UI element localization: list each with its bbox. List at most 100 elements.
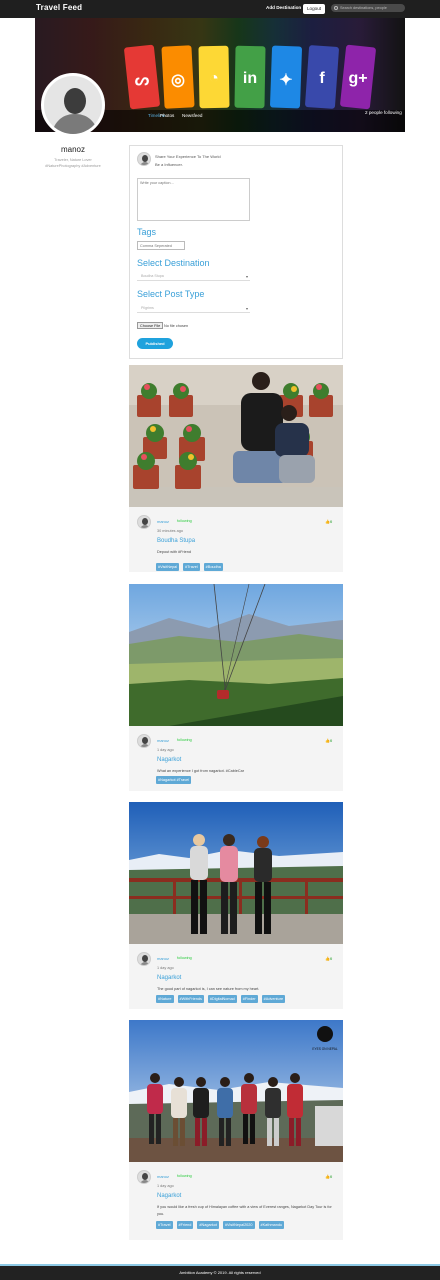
tag[interactable]: #DigitalNomad [207, 995, 237, 1003]
post-card: manoz following 1 day ago 👍0 Nagarkot Th… [129, 802, 343, 1009]
post-destination[interactable]: Nagarkot [157, 1193, 181, 1199]
tag[interactable]: #Nagarkot #Travel [156, 776, 192, 784]
tab-photos[interactable]: Photos [160, 113, 174, 118]
file-status: No file chosen [164, 324, 189, 328]
post-type-value: Pilgrims [141, 306, 154, 310]
post-author[interactable]: manoz [157, 1174, 169, 1179]
post-destination[interactable]: Nagarkot [157, 757, 181, 763]
tag[interactable]: #Adventure [261, 995, 286, 1003]
profile-bio-line2: #NaturePhotography #Adventure [45, 164, 101, 168]
profile-name: manoz [60, 145, 85, 154]
search-box [331, 4, 405, 12]
footer: Ambition Academy © 2019. All rights rese… [0, 1264, 440, 1280]
tag[interactable]: #Friend [176, 1221, 194, 1229]
search-input[interactable] [339, 6, 405, 10]
post-photo[interactable] [129, 365, 343, 507]
share-prompt-line2: Be a Influencer. [155, 162, 183, 167]
stumbleupon-icon: ᔕ [134, 72, 150, 89]
like-button[interactable]: 👍0 [325, 1174, 332, 1179]
post-time: 1 day ago [157, 748, 174, 752]
tag[interactable]: #Nature [156, 995, 174, 1003]
follow-status[interactable]: following [177, 1174, 192, 1178]
post-time: 1 day ago [157, 1184, 174, 1188]
like-count: 0 [329, 1174, 333, 1179]
post-type-title: Select Post Type [137, 289, 205, 299]
share-prompt: Share Your Experience To The World Be a … [155, 153, 221, 169]
like-button[interactable]: 👍0 [325, 738, 332, 743]
google-plus-icon: g+ [348, 70, 368, 87]
follow-status[interactable]: following [177, 519, 192, 523]
post-photo[interactable] [129, 802, 343, 944]
post-description: What an experience I got from nagarkot. … [157, 769, 244, 773]
tag[interactable]: #VisitNepal2020 [222, 1221, 255, 1229]
tag[interactable]: #Travel [183, 563, 200, 571]
publish-button[interactable]: Published [137, 338, 173, 349]
profile-bio: Traveler, Nature Lover #NaturePhotograph… [35, 157, 111, 169]
share-prompt-line1: Share Your Experience To The World [155, 154, 221, 159]
post-description: Depout with #Friend [157, 550, 191, 554]
post-tags: #Travel #Friend #Nagarkot #VisitNepal202… [156, 1221, 285, 1229]
caption-textarea[interactable] [137, 178, 250, 221]
tag[interactable]: #Finder [240, 995, 258, 1003]
post-type-select[interactable]: Pilgrims ▾ [137, 304, 250, 313]
follow-status[interactable]: following [177, 956, 192, 960]
post-photo[interactable]: EYES ON NEPAL [129, 1020, 343, 1162]
post-description: If you would like a fresh cup of Himalay… [157, 1205, 332, 1216]
like-count: 0 [329, 738, 333, 743]
destination-title: Select Destination [137, 258, 210, 268]
tag[interactable]: #Boudha [203, 563, 223, 571]
post-author[interactable]: manoz [157, 956, 169, 961]
follow-status[interactable]: following [177, 738, 192, 742]
tags-title: Tags [137, 227, 157, 237]
rss-icon: ◔ [209, 70, 219, 87]
tag[interactable]: #VisitNepal [156, 563, 180, 571]
photo-watermark: EYES ON NEPAL [312, 1047, 337, 1051]
choose-file-button[interactable]: Choose File [137, 322, 164, 329]
post-card: manoz following 1 day ago 👍0 Nagarkot Wh… [129, 584, 343, 791]
user-avatar [137, 152, 151, 166]
post-card: EYES ON NEPAL manoz following 1 day ago … [129, 1020, 343, 1240]
post-time: 1 day ago [157, 966, 174, 970]
post-tags: #Nagarkot #Travel [156, 776, 192, 784]
tags-input[interactable] [137, 241, 185, 250]
footer-copyright: Ambition Academy © 2019. All rights rese… [179, 1270, 261, 1275]
post-description: The good part of nagarkot is, I can see … [157, 987, 260, 991]
following-count[interactable]: 2 people following [365, 110, 402, 115]
search-icon [334, 6, 338, 10]
post-author[interactable]: manoz [157, 738, 169, 743]
tag[interactable]: #Kathmandu [258, 1221, 285, 1229]
top-navbar: Travel Feed Add Destination Logout [0, 0, 440, 18]
post-destination[interactable]: Nagarkot [157, 975, 181, 981]
add-destination-link[interactable]: Add Destination [266, 5, 301, 10]
like-button[interactable]: 👍0 [325, 956, 332, 961]
tag[interactable]: #Nagarkot [197, 1221, 219, 1229]
avatar-head [64, 88, 86, 114]
author-avatar[interactable] [137, 734, 151, 748]
like-button[interactable]: 👍0 [325, 519, 332, 524]
post-card: manoz following 30 minutes ago 👍0 Boudha… [129, 365, 343, 572]
tab-newsfeed[interactable]: Newsfeed [182, 113, 202, 118]
author-avatar[interactable] [137, 1170, 151, 1184]
author-avatar[interactable] [137, 515, 151, 529]
destination-value: Boudha Stupa [141, 274, 164, 278]
like-count: 0 [329, 519, 333, 524]
like-count: 0 [329, 956, 333, 961]
chevron-down-icon: ▾ [245, 306, 248, 311]
post-tags: #Nature #WithFriends #DigitalNomad #Find… [156, 995, 286, 1003]
logout-button[interactable]: Logout [303, 4, 325, 14]
brand-logo[interactable]: Travel Feed [36, 3, 82, 12]
twitter-icon: ✦ [279, 72, 293, 89]
author-avatar[interactable] [137, 952, 151, 966]
profile-avatar[interactable] [41, 73, 105, 137]
avatar-body [52, 114, 98, 134]
linkedin-icon: in [242, 70, 258, 87]
instagram-icon: ◎ [171, 72, 185, 89]
post-author[interactable]: manoz [157, 519, 169, 524]
destination-select[interactable]: Boudha Stupa ▾ [137, 272, 250, 281]
post-time: 30 minutes ago [157, 529, 183, 533]
tag[interactable]: #WithFriends [177, 995, 204, 1003]
post-tags: #VisitNepal #Travel #Boudha [156, 563, 223, 571]
post-photo[interactable] [129, 584, 343, 726]
post-destination[interactable]: Boudha Stupa [157, 538, 195, 544]
tag[interactable]: #Travel [156, 1221, 173, 1229]
